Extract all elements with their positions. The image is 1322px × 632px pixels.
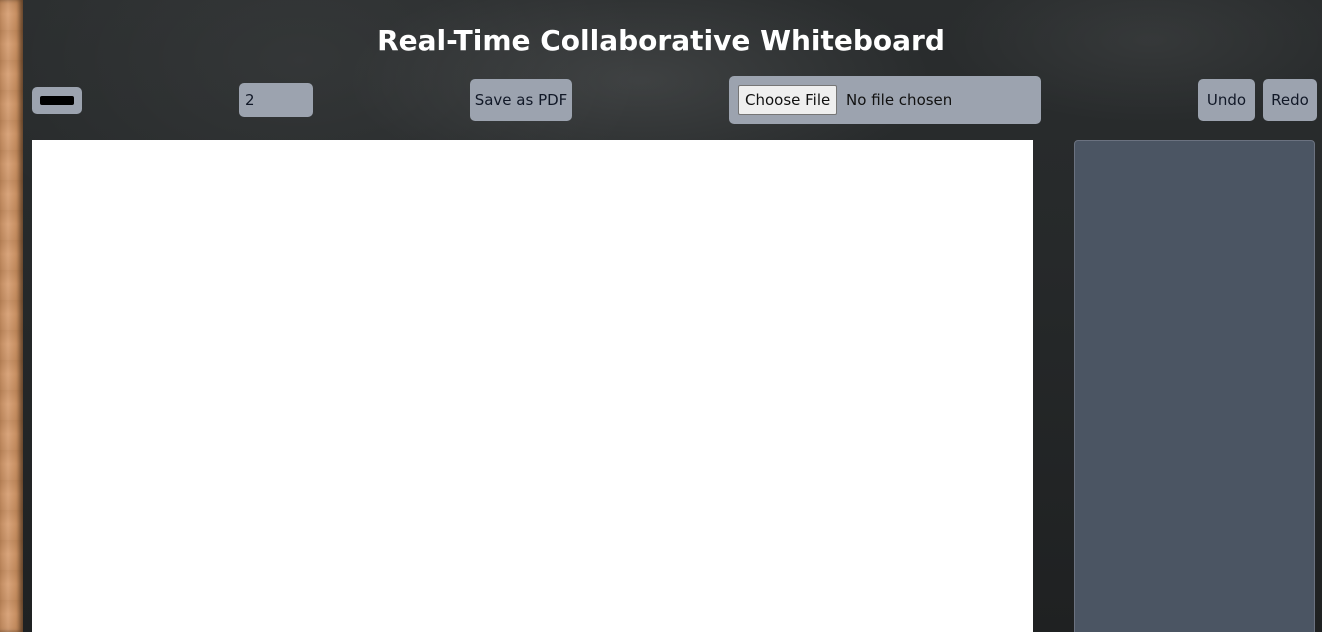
side-panel	[1074, 140, 1315, 632]
page-title: Real-Time Collaborative Whiteboard	[377, 24, 945, 57]
brush-size-input[interactable]: 2	[239, 83, 313, 117]
redo-button[interactable]: Redo	[1263, 79, 1317, 121]
drawing-canvas[interactable]	[32, 140, 1033, 632]
color-swatch	[40, 96, 74, 105]
undo-button[interactable]: Undo	[1198, 79, 1255, 121]
save-pdf-button[interactable]: Save as PDF	[470, 79, 572, 121]
file-status-text: No file chosen	[846, 91, 953, 109]
choose-file-button[interactable]: Choose File	[738, 85, 838, 115]
file-upload-control: Choose File No file chosen	[729, 76, 1041, 124]
wood-frame-border	[0, 0, 23, 632]
color-picker[interactable]	[32, 87, 82, 114]
chalkboard-page: Real-Time Collaborative Whiteboard 2 Sav…	[0, 0, 1322, 632]
